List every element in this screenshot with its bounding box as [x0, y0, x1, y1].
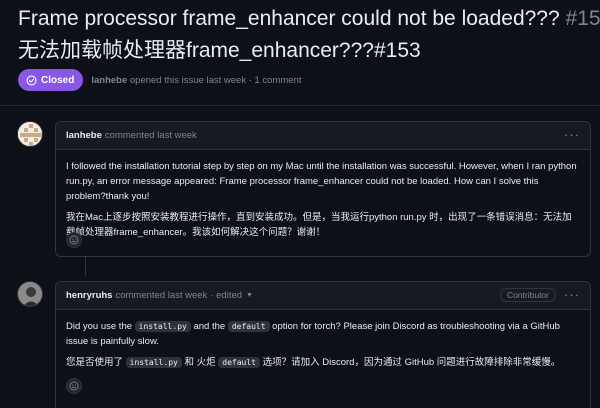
comment-text-zh: 我在Mac上逐步按照安装教程进行操作，直到安装成功。但是，当我运行python …	[66, 212, 572, 238]
status-badge: Closed	[18, 69, 84, 91]
closed-check-icon	[26, 74, 37, 86]
timeline-line	[85, 256, 86, 276]
comment-text-en: Did you use the install.py and the defau…	[66, 319, 580, 349]
smiley-icon	[69, 381, 79, 391]
inline-code: install.py	[134, 321, 191, 332]
edited-dropdown[interactable]: · edited ▼	[210, 290, 253, 301]
comment-time[interactable]: commented last week	[105, 130, 197, 141]
kebab-menu-icon[interactable]: ···	[564, 128, 580, 141]
issue-title-zh: 无法加载帧处理器frame_enhancer???#153	[18, 39, 421, 62]
comment-author[interactable]: lanhebe	[66, 130, 102, 141]
smiley-icon	[69, 235, 79, 245]
issue-meta-rest: opened this issue last week · 1 comment	[129, 74, 302, 86]
inline-code: default	[227, 321, 270, 332]
add-reaction-button[interactable]	[66, 378, 82, 394]
inline-code: install.py	[125, 357, 182, 368]
add-reaction-button[interactable]	[66, 232, 82, 248]
avatar[interactable]	[17, 121, 43, 147]
text-fragment: and the	[193, 321, 226, 332]
text-fragment: Did you use the	[66, 321, 133, 332]
comment-text-zh: 您是否使用了 install.py 和 火炬 default 选项？请加入 Di…	[66, 355, 580, 370]
comment-body: Did you use the install.py and the defau…	[56, 310, 590, 370]
comment-header: lanhebe commented last week ···	[56, 122, 590, 150]
inline-code: default	[218, 357, 260, 368]
text-fragment: 选项？请加入 Discord，因为通过 GitHub 问题进行故障排除非常缓慢。	[262, 357, 561, 368]
comment-text-en: I followed the installation tutorial ste…	[66, 161, 577, 202]
issue-number: #153	[565, 7, 600, 30]
text-fragment: 和 火炬	[184, 357, 216, 368]
comment: lanhebe commented last week ··· I follow…	[55, 121, 591, 257]
edited-label: · edited	[210, 290, 243, 301]
kebab-menu-icon[interactable]: ···	[564, 288, 580, 301]
comment-body: I followed the installation tutorial ste…	[56, 150, 590, 240]
issue-title-en: Frame processor frame_enhancer could not…	[18, 6, 600, 32]
role-badge: Contributor	[499, 288, 556, 302]
header-divider	[0, 105, 600, 106]
issue-author-link[interactable]: lanhebe	[91, 75, 127, 86]
chevron-down-icon: ▼	[246, 292, 253, 299]
text-fragment: 您是否使用了	[66, 357, 124, 368]
issue-meta-row: Closed lanhebe opened this issue last we…	[18, 69, 302, 91]
comment: henryruhs commented last week · edited ▼…	[55, 281, 591, 408]
comment-header: henryruhs commented last week · edited ▼…	[56, 282, 590, 310]
status-label: Closed	[41, 74, 75, 86]
avatar[interactable]	[17, 281, 43, 307]
comment-author[interactable]: henryruhs	[66, 290, 112, 301]
issue-title-text: Frame processor frame_enhancer could not…	[18, 7, 560, 30]
issue-meta: lanhebe opened this issue last week · 1 …	[91, 75, 301, 86]
comment-time[interactable]: commented last week	[115, 290, 207, 301]
